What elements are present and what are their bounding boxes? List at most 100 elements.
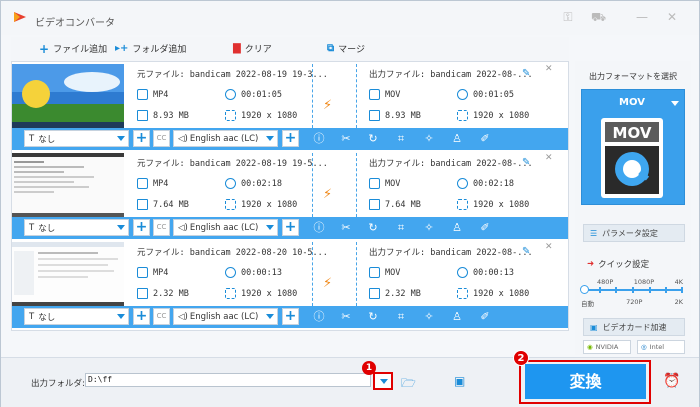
audio-select[interactable]: ◁) English aac (LC) <box>173 130 278 147</box>
cart-icon[interactable]: ⛟ <box>591 10 606 24</box>
app-logo-icon <box>14 12 26 22</box>
edit-name-icon[interactable]: ✎ <box>522 68 530 79</box>
source-size-value: 2.32 MB <box>153 288 189 299</box>
add-subtitle-button[interactable]: + <box>133 130 150 147</box>
crop-icon[interactable]: ⌗ <box>394 221 408 234</box>
file-row[interactable]: 元ファイル: bandicam 2022-08-20 10-5... MP4 0… <box>12 240 568 328</box>
subtitle-select[interactable]: T なし <box>24 130 129 147</box>
speed-icon: ⚡ <box>323 187 333 202</box>
arrow-icon: ➜ <box>587 259 595 269</box>
effect-icon[interactable]: ✧ <box>422 132 436 145</box>
audio-select[interactable]: ◁) English aac (LC) <box>173 219 278 236</box>
slider-tick <box>681 287 683 293</box>
merge-button[interactable]: ⧉ マージ <box>327 42 365 55</box>
cc-icon[interactable]: CC <box>153 130 170 147</box>
resolution-icon <box>457 199 468 210</box>
add-subtitle-button[interactable]: + <box>133 308 150 325</box>
cut-icon[interactable]: ✂ <box>339 221 353 234</box>
rotate-icon[interactable]: ↻ <box>366 132 380 145</box>
subtitle-edit-icon[interactable]: ✐ <box>478 221 492 234</box>
add-audio-button[interactable]: + <box>282 219 299 236</box>
add-audio-button[interactable]: + <box>282 308 299 325</box>
quality-slider[interactable] <box>580 285 683 294</box>
slider-knob[interactable] <box>580 285 589 294</box>
rotate-icon[interactable]: ↻ <box>366 221 380 234</box>
watermark-icon[interactable]: ♙ <box>450 310 464 323</box>
source-file-name: 元ファイル: bandicam 2022-08-20 10-5... <box>137 248 328 258</box>
watermark-icon[interactable]: ♙ <box>450 221 464 234</box>
source-size: 8.93 MB <box>137 110 189 121</box>
clear-button[interactable]: ▇ クリア <box>233 42 272 55</box>
browse-folder-icon[interactable]: ▣ <box>454 374 465 388</box>
slider-tick <box>615 287 617 293</box>
parameter-settings-button[interactable]: ☰ パラメータ設定 <box>583 224 685 242</box>
edit-name-icon[interactable]: ✎ <box>522 157 530 168</box>
audio-value: English aac (LC) <box>189 222 259 233</box>
edit-name-icon[interactable]: ✎ <box>522 246 530 257</box>
app-title: ビデオコンバータ <box>35 18 115 29</box>
subtitle-select[interactable]: T なし <box>24 219 129 236</box>
crop-icon[interactable]: ⌗ <box>394 132 408 145</box>
info-icon[interactable]: ⓘ <box>312 132 326 145</box>
text-icon: T <box>29 133 35 144</box>
subtitle-select[interactable]: T なし <box>24 308 129 325</box>
slider-label: 4K <box>674 278 683 286</box>
video-thumbnail[interactable] <box>12 64 124 128</box>
output-resolution-value: 1920 x 1080 <box>473 110 530 121</box>
chevron-down-icon <box>117 314 125 319</box>
effect-icon[interactable]: ✧ <box>422 310 436 323</box>
remove-icon[interactable]: ✕ <box>545 64 553 74</box>
output-size-value: 8.93 MB <box>385 110 421 121</box>
video-thumbnail[interactable] <box>12 153 124 217</box>
crop-icon[interactable]: ⌗ <box>394 310 408 323</box>
source-duration: 00:00:13 <box>225 267 282 278</box>
folder-icon <box>369 199 380 210</box>
audio-select[interactable]: ◁) English aac (LC) <box>173 308 278 325</box>
speed-icon: ⚡ <box>323 276 333 291</box>
audio-value: English aac (LC) <box>189 133 259 144</box>
open-folder-icon[interactable]: 🗁 <box>401 374 416 395</box>
cc-icon[interactable]: CC <box>153 219 170 236</box>
output-resolution: 1920 x 1080 <box>457 110 529 121</box>
alarm-clock-icon[interactable]: ⏰ <box>663 373 680 389</box>
output-folder-dropdown-button[interactable] <box>373 372 393 390</box>
add-audio-button[interactable]: + <box>282 130 299 147</box>
format-selector[interactable]: MOV MOV <box>581 89 685 205</box>
key-icon[interactable]: ⚿ <box>561 10 575 24</box>
source-duration-value: 00:01:05 <box>241 89 282 100</box>
cc-icon[interactable]: CC <box>153 308 170 325</box>
cut-icon[interactable]: ✂ <box>339 132 353 145</box>
file-row[interactable]: 元ファイル: bandicam 2022-08-19 19-3... MP4 0… <box>12 62 568 150</box>
add-subtitle-button[interactable]: + <box>133 219 150 236</box>
subtitle-edit-icon[interactable]: ✐ <box>478 132 492 145</box>
clock-icon <box>225 267 236 278</box>
slider-labels-bottom: 自動 720P 2K <box>581 298 683 308</box>
effect-icon[interactable]: ✧ <box>422 221 436 234</box>
close-icon[interactable]: ✕ <box>665 10 679 24</box>
source-file-name: 元ファイル: bandicam 2022-08-19 19-5... <box>137 159 328 169</box>
title-bar: ビデオコンバータ ⚿ ⛟ — ✕ <box>1 1 699 35</box>
subtitle-edit-icon[interactable]: ✐ <box>478 310 492 323</box>
chip-icon: ▣ <box>590 322 598 332</box>
gpu-acceleration-button[interactable]: ▣ ビデオカード加速 <box>583 318 685 336</box>
convert-button[interactable]: 変換 <box>525 364 646 399</box>
divider <box>312 153 313 217</box>
remove-icon[interactable]: ✕ <box>545 153 553 163</box>
info-icon[interactable]: ⓘ <box>312 221 326 234</box>
minimize-icon[interactable]: — <box>635 10 649 24</box>
clock-icon <box>457 178 468 189</box>
video-thumbnail[interactable] <box>12 242 124 306</box>
add-file-button[interactable]: + ファイル追加 <box>39 42 107 56</box>
file-row[interactable]: 元ファイル: bandicam 2022-08-19 19-5... MP4 0… <box>12 151 568 239</box>
chevron-down-icon <box>117 136 125 141</box>
watermark-icon[interactable]: ♙ <box>450 132 464 145</box>
slider-tick <box>665 287 667 293</box>
info-icon[interactable]: ⓘ <box>312 310 326 323</box>
trash-icon: ▇ <box>233 42 241 54</box>
cut-icon[interactable]: ✂ <box>339 310 353 323</box>
add-folder-button[interactable]: ▸+ フォルダ追加 <box>115 42 186 55</box>
remove-icon[interactable]: ✕ <box>545 242 553 252</box>
output-folder-field[interactable]: D:\ff <box>85 373 371 387</box>
rotate-icon[interactable]: ↻ <box>366 310 380 323</box>
output-format-value: MOV <box>385 178 401 189</box>
